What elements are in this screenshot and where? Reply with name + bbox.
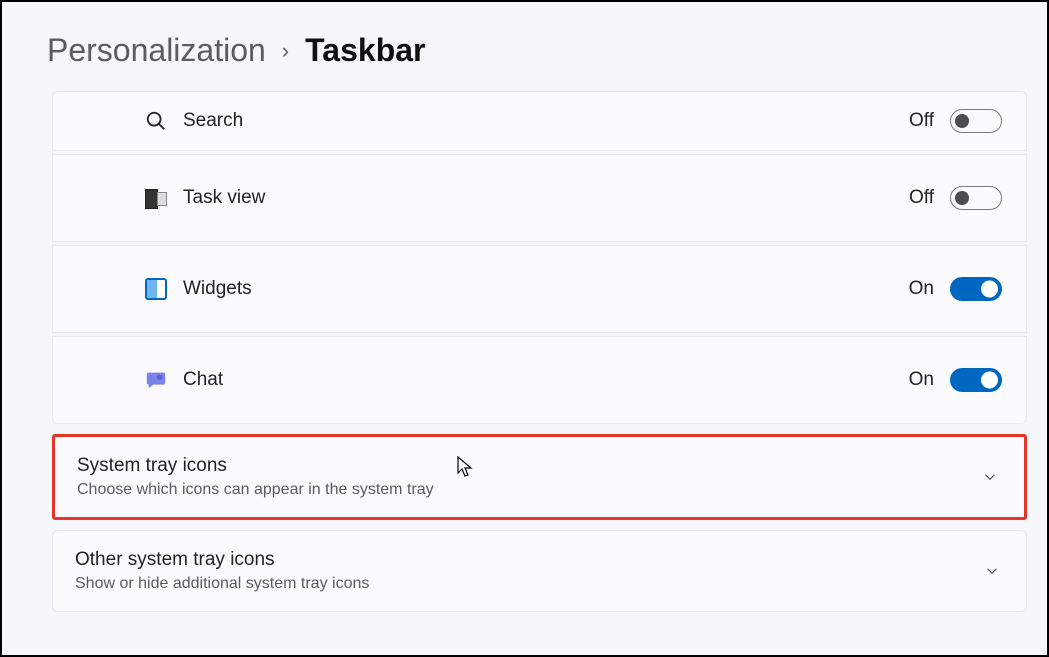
chat-icon bbox=[143, 367, 169, 393]
toggle-state-label: Off bbox=[909, 110, 934, 132]
toggle-state-label: On bbox=[909, 369, 934, 391]
taskview-toggle[interactable] bbox=[950, 186, 1002, 210]
breadcrumb-parent[interactable]: Personalization bbox=[47, 32, 266, 69]
taskview-icon bbox=[143, 185, 169, 211]
setting-label: Widgets bbox=[183, 278, 909, 300]
chevron-right-icon: › bbox=[282, 38, 289, 64]
expander-system-tray-icons[interactable]: System tray icons Choose which icons can… bbox=[52, 434, 1027, 520]
chat-toggle[interactable] bbox=[950, 368, 1002, 392]
taskbar-item-widgets: Widgets On bbox=[52, 245, 1027, 333]
expander-subtitle: Choose which icons can appear in the sys… bbox=[77, 481, 980, 499]
taskbar-item-taskview: Task view Off bbox=[52, 154, 1027, 242]
setting-label: Chat bbox=[183, 369, 909, 391]
chevron-down-icon bbox=[980, 467, 1000, 487]
expander-title: Other system tray icons bbox=[75, 549, 982, 571]
taskbar-item-search: Search Off bbox=[52, 91, 1027, 151]
taskbar-item-chat: Chat On bbox=[52, 336, 1027, 424]
search-toggle[interactable] bbox=[950, 109, 1002, 133]
widgets-toggle[interactable] bbox=[950, 277, 1002, 301]
toggle-state-label: Off bbox=[909, 187, 934, 209]
expander-title: System tray icons bbox=[77, 455, 980, 477]
expander-other-system-tray-icons[interactable]: Other system tray icons Show or hide add… bbox=[52, 530, 1027, 612]
chevron-down-icon bbox=[982, 561, 1002, 581]
breadcrumb-current: Taskbar bbox=[305, 32, 425, 69]
breadcrumb: Personalization › Taskbar bbox=[2, 2, 1047, 91]
widgets-icon bbox=[143, 276, 169, 302]
search-icon bbox=[143, 108, 169, 134]
toggle-state-label: On bbox=[909, 278, 934, 300]
setting-label: Task view bbox=[183, 187, 909, 209]
expander-subtitle: Show or hide additional system tray icon… bbox=[75, 575, 982, 593]
setting-label: Search bbox=[183, 110, 909, 132]
